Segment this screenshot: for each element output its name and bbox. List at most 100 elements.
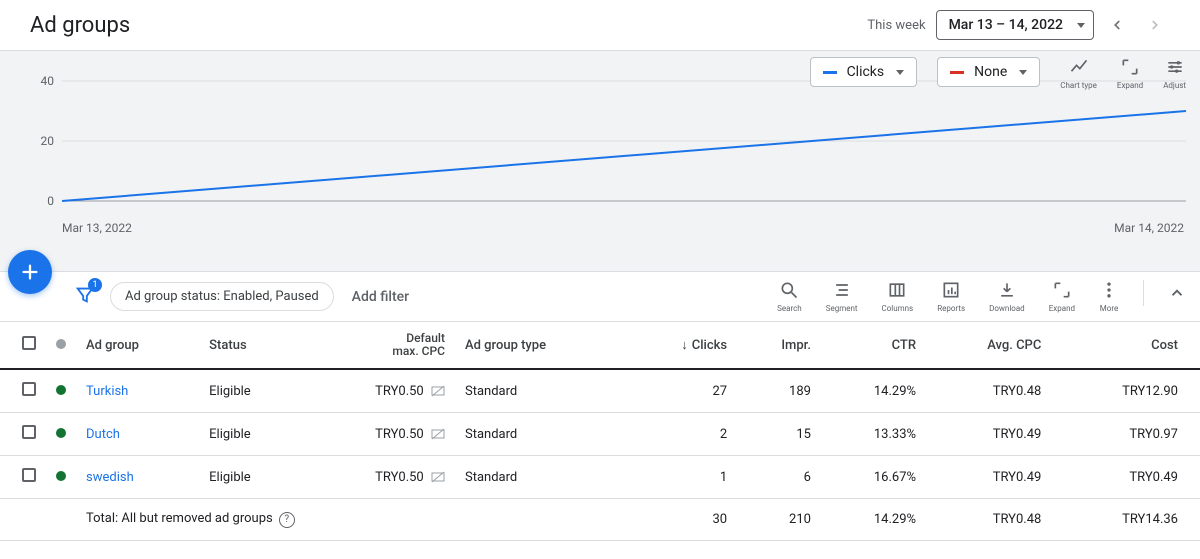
clicks-cell: 1	[626, 456, 737, 499]
row-checkbox[interactable]	[22, 382, 36, 396]
add-ad-group-button[interactable]	[8, 250, 52, 294]
series-clicks-line	[62, 111, 1186, 201]
ytick-20: 20	[41, 134, 55, 148]
next-period-button[interactable]	[1140, 14, 1170, 36]
plus-icon	[19, 261, 41, 283]
series1-swatch	[823, 71, 837, 74]
avgcpc-cell: TRY0.49	[926, 413, 1051, 456]
more-button[interactable]: More	[1099, 280, 1119, 313]
chart-type-button[interactable]: Chart type	[1060, 57, 1097, 90]
page-title: Ad groups	[30, 13, 867, 38]
ad-group-link[interactable]: swedish	[86, 470, 134, 485]
search-button[interactable]: Search	[777, 280, 802, 313]
total-label: Total: All but removed ad groups?	[76, 499, 626, 541]
row-checkbox[interactable]	[22, 468, 36, 482]
cost-cell: TRY0.49	[1051, 456, 1200, 499]
impr-cell: 189	[737, 369, 821, 413]
col-cpc[interactable]: Default max. CPC	[303, 322, 455, 369]
total-cost: TRY14.36	[1051, 499, 1200, 541]
dropdown-icon	[896, 70, 904, 75]
period-label: This week	[867, 18, 925, 33]
avgcpc-cell: TRY0.48	[926, 369, 1051, 413]
series1-selector[interactable]: Clicks	[810, 57, 918, 87]
col-type[interactable]: Ad group type	[455, 322, 626, 369]
ytick-40: 40	[41, 74, 55, 88]
disabled-bid-icon	[431, 385, 445, 397]
col-status[interactable]: Status	[199, 322, 303, 369]
add-filter-button[interactable]: Add filter	[352, 289, 409, 305]
page-header: Ad groups This week Mar 13 – 14, 2022	[0, 0, 1200, 50]
col-impr[interactable]: Impr.	[737, 322, 821, 369]
cpc-cell: TRY0.50	[303, 456, 455, 499]
disabled-bid-icon	[431, 428, 445, 440]
status-dot-header	[56, 339, 66, 349]
avgcpc-cell: TRY0.49	[926, 456, 1051, 499]
ad-group-link[interactable]: Turkish	[86, 384, 128, 399]
status-filter-pill[interactable]: Ad group status: Enabled, Paused	[110, 282, 334, 311]
col-ad-group[interactable]: Ad group	[76, 322, 199, 369]
total-impr: 210	[737, 499, 821, 541]
impr-cell: 6	[737, 456, 821, 499]
series2-label: None	[974, 64, 1007, 80]
x-end: Mar 14, 2022	[1114, 221, 1184, 235]
table-row: Dutch Eligible TRY0.50 Standard 2 15 13.…	[0, 413, 1200, 456]
ctr-cell: 14.29%	[821, 369, 926, 413]
select-all-checkbox[interactable]	[22, 336, 36, 350]
table-header-row: Ad group Status Default max. CPC Ad grou…	[0, 322, 1200, 369]
type-cell: Standard	[455, 456, 626, 499]
download-icon	[997, 280, 1017, 300]
col-ctr[interactable]: CTR	[821, 322, 926, 369]
chart-x-axis: Mar 13, 2022 Mar 14, 2022	[14, 221, 1186, 241]
expand-icon	[1120, 57, 1140, 77]
total-clicks: 30	[626, 499, 737, 541]
ctr-cell: 16.67%	[821, 456, 926, 499]
search-icon	[779, 280, 799, 300]
table-expand-button[interactable]: Expand	[1049, 280, 1075, 313]
segment-icon	[832, 280, 852, 300]
more-vert-icon	[1099, 280, 1119, 300]
col-cost[interactable]: Cost	[1051, 322, 1200, 369]
prev-period-button[interactable]	[1102, 14, 1132, 36]
clicks-cell: 2	[626, 413, 737, 456]
status-dot	[56, 428, 66, 438]
col-avgcpc[interactable]: Avg. CPC	[926, 322, 1051, 369]
row-checkbox[interactable]	[22, 425, 36, 439]
total-avgcpc: TRY0.48	[926, 499, 1051, 541]
series2-selector[interactable]: None	[937, 57, 1040, 87]
table-total-row: Total: All but removed ad groups?3021014…	[0, 499, 1200, 541]
columns-button[interactable]: Columns	[882, 280, 914, 313]
impr-cell: 15	[737, 413, 821, 456]
table-row: Turkish Eligible TRY0.50 Standard 27 189…	[0, 369, 1200, 413]
chart-controls: Clicks None Chart type Expand Adjust	[810, 57, 1186, 90]
ad-groups-table: Ad group Status Default max. CPC Ad grou…	[0, 322, 1200, 541]
col-clicks[interactable]: ↓Clicks	[626, 322, 737, 369]
segment-button[interactable]: Segment	[826, 280, 858, 313]
date-range-picker[interactable]: Mar 13 – 14, 2022	[936, 10, 1094, 40]
total-ctr: 14.29%	[821, 499, 926, 541]
chart-expand-button[interactable]: Expand	[1117, 57, 1143, 90]
type-cell: Standard	[455, 413, 626, 456]
chart-line-icon	[1069, 57, 1089, 77]
reports-button[interactable]: Reports	[937, 280, 965, 313]
sort-desc-icon: ↓	[681, 338, 688, 353]
x-start: Mar 13, 2022	[62, 221, 132, 235]
reports-icon	[941, 280, 961, 300]
filter-count-badge: 1	[88, 278, 102, 292]
dropdown-icon	[1077, 23, 1085, 28]
filter-button[interactable]: 1	[74, 284, 96, 310]
status-cell: Eligible	[199, 456, 303, 499]
status-cell: Eligible	[199, 369, 303, 413]
status-dot	[56, 471, 66, 481]
collapse-chart-button[interactable]	[1168, 280, 1186, 306]
columns-icon	[887, 280, 907, 300]
chart-adjust-button[interactable]: Adjust	[1163, 57, 1186, 90]
ad-group-link[interactable]: Dutch	[86, 427, 120, 442]
cpc-cell: TRY0.50	[303, 369, 455, 413]
table-toolbar: 1 Ad group status: Enabled, Paused Add f…	[0, 272, 1200, 322]
help-icon[interactable]: ?	[279, 512, 295, 528]
series1-label: Clicks	[847, 64, 885, 80]
download-button[interactable]: Download	[989, 280, 1025, 313]
cost-cell: TRY0.97	[1051, 413, 1200, 456]
date-range-text: Mar 13 – 14, 2022	[949, 17, 1063, 33]
sliders-icon	[1165, 57, 1185, 77]
